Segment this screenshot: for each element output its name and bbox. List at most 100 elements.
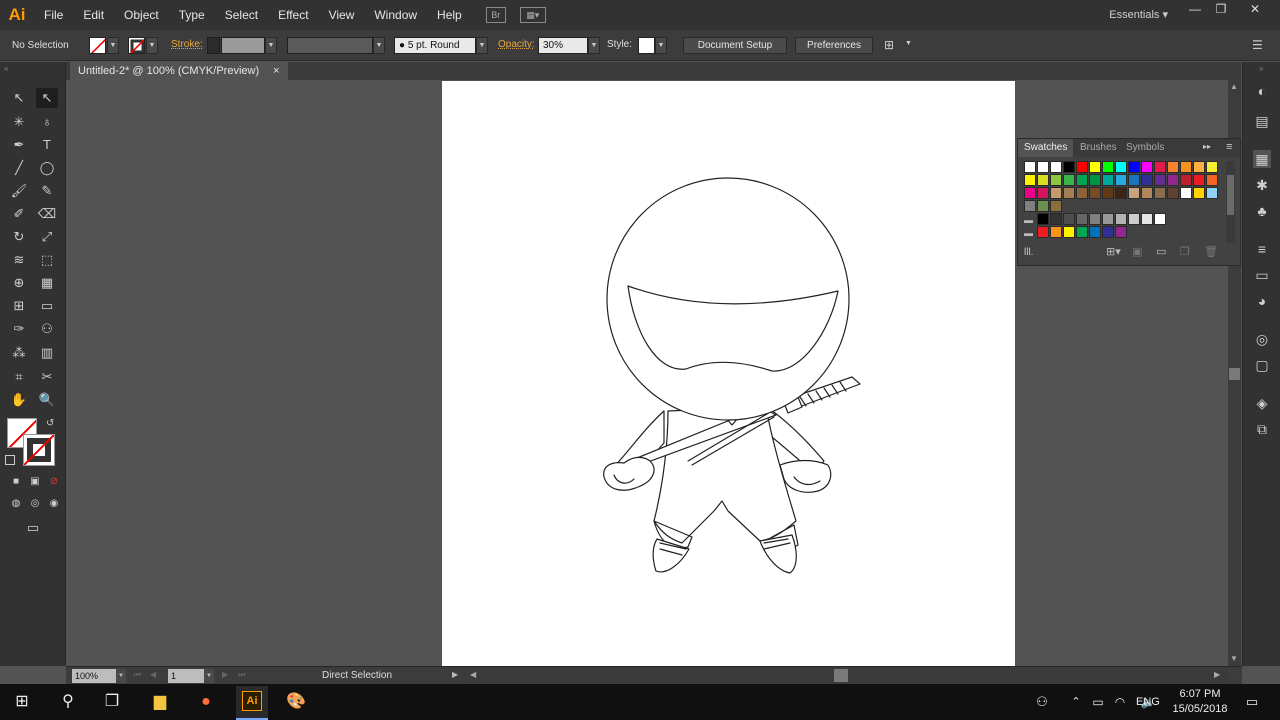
swatch-options-icon[interactable]: ▣ [1132,245,1142,258]
swatch[interactable] [1102,226,1114,238]
new-swatch-icon[interactable]: ❐ [1180,245,1190,258]
collapse-icon[interactable]: « [4,64,8,73]
type-tool-icon[interactable]: T [36,135,58,155]
swatch[interactable] [1206,187,1218,199]
align-icon[interactable]: ⊞ [884,38,894,52]
swatches-panel-icon[interactable]: ▦ [1253,150,1271,168]
horizontal-scroll-thumb[interactable] [834,669,848,682]
selection-tool-icon[interactable]: ↖ [8,88,30,108]
swatch-scroll-thumb[interactable] [1227,175,1234,215]
default-colors-icon[interactable] [5,455,15,465]
swatch-libraries-icon[interactable]: lll. [1024,247,1033,258]
pencil-tool-icon[interactable]: ✎ [36,181,58,201]
swatch[interactable] [1115,226,1127,238]
swatch[interactable] [1037,187,1049,199]
swatch[interactable] [1037,226,1049,238]
swatch[interactable] [1141,213,1153,225]
style-dropdown[interactable]: ▼ [655,37,667,54]
graphic-style-swatch[interactable] [638,37,655,54]
warp-tool-icon[interactable]: ≋ [8,250,30,270]
swatch[interactable] [1037,200,1049,212]
direct-selection-tool-icon[interactable]: ↖ [36,88,58,108]
menu-file[interactable]: File [34,0,73,30]
vertical-scroll-thumb[interactable] [1229,368,1240,380]
expand-dock-icon[interactable]: » [1259,64,1263,73]
scroll-right-icon[interactable]: ▶ [1214,670,1220,679]
swatch[interactable] [1037,161,1049,173]
show-swatch-kinds-icon[interactable]: ⊞▾ [1106,245,1121,258]
menu-edit[interactable]: Edit [73,0,114,30]
swatch[interactable] [1050,161,1062,173]
swap-fill-stroke-icon[interactable]: ↺ [46,418,54,429]
blend-tool-icon[interactable]: ⚇ [36,319,58,339]
align-dropdown[interactable]: ▼ [905,40,912,47]
swatch[interactable] [1076,187,1088,199]
document-tab[interactable]: Untitled-2* @ 100% (CMYK/Preview) × [70,62,288,80]
swatch-scrollbar[interactable] [1226,161,1235,243]
perspective-grid-tool-icon[interactable]: ▦ [36,273,58,293]
swatch[interactable] [1063,226,1075,238]
zoom-dropdown[interactable]: ▼ [116,669,126,683]
tab-symbols[interactable]: Symbols [1120,139,1170,157]
swatch[interactable] [1102,161,1114,173]
swatch[interactable] [1089,161,1101,173]
artboards-panel-icon[interactable]: ⧉ [1253,420,1271,438]
swatch[interactable] [1115,174,1127,186]
stroke-swatch[interactable] [128,37,145,54]
swatch[interactable] [1141,161,1153,173]
menu-effect[interactable]: Effect [268,0,318,30]
swatch[interactable] [1128,213,1140,225]
swatch[interactable] [1115,213,1127,225]
swatch[interactable] [1154,187,1166,199]
swatch[interactable] [1154,213,1166,225]
color-group-folder-icon[interactable]: ▬ [1024,228,1033,238]
search-icon[interactable]: ⚲ [54,690,82,714]
swatch[interactable] [1193,174,1205,186]
swatch[interactable] [1141,187,1153,199]
expand-panel-icon[interactable]: ▸▸ [1203,142,1211,151]
stroke-dropdown[interactable]: ▼ [146,37,158,54]
menu-type[interactable]: Type [169,0,215,30]
blob-brush-tool-icon[interactable]: ✐ [8,204,30,224]
eraser-tool-icon[interactable]: ⌫ [36,204,58,224]
swatch[interactable] [1076,161,1088,173]
swatch[interactable] [1102,187,1114,199]
swatch[interactable] [1063,161,1075,173]
illustrator-taskbar-button[interactable]: Ai [236,686,268,720]
rotate-tool-icon[interactable]: ↻ [8,227,30,247]
hand-tool-icon[interactable]: ✋ [8,390,30,410]
menu-help[interactable]: Help [427,0,472,30]
document-setup-button[interactable]: Document Setup [683,37,787,54]
lasso-tool-icon[interactable]: ♁ [36,112,58,132]
artboard-tool-icon[interactable]: ⌗ [8,367,30,387]
opacity-dropdown[interactable]: ▼ [588,37,600,54]
color-panel-icon[interactable]: ◐ [1253,82,1271,100]
swatch[interactable] [1154,174,1166,186]
artboard-dropdown[interactable]: ▼ [204,669,214,683]
swatch[interactable] [1089,187,1101,199]
swatch[interactable] [1024,161,1036,173]
next-artboard-icon[interactable]: ▶ [222,670,228,679]
stroke-weight-dropdown[interactable]: ▼ [265,37,277,54]
symbol-sprayer-tool-icon[interactable]: ⁂ [8,343,30,363]
stroke-panel-icon[interactable]: ≡ [1253,240,1271,258]
swatch[interactable] [1128,187,1140,199]
opacity-label[interactable]: Opacity: [498,39,535,50]
free-transform-tool-icon[interactable]: ⬚ [36,250,58,270]
swatch[interactable] [1206,174,1218,186]
system-clock[interactable]: 6:07 PM 15/05/2018 [1172,687,1228,717]
eyedropper-tool-icon[interactable]: ✑ [8,319,30,339]
stroke-color-swatch[interactable] [23,434,55,466]
swatch[interactable] [1128,174,1140,186]
bridge-icon[interactable]: Br [485,7,506,23]
swatch[interactable] [1154,161,1166,173]
swatch[interactable] [1089,213,1101,225]
graphic-styles-panel-icon[interactable]: ▢ [1253,356,1271,374]
gradient-panel-icon[interactable]: ▭ [1253,266,1271,284]
swatch[interactable] [1076,174,1088,186]
file-explorer-icon[interactable]: ▆ [146,690,174,714]
paintbrush-tool-icon[interactable]: 🖌 [8,181,30,201]
arrange-documents-icon[interactable]: ▦▾ [519,7,546,23]
pen-tool-icon[interactable]: ✒ [8,135,30,155]
stroke-weight-stepper[interactable] [207,37,220,54]
